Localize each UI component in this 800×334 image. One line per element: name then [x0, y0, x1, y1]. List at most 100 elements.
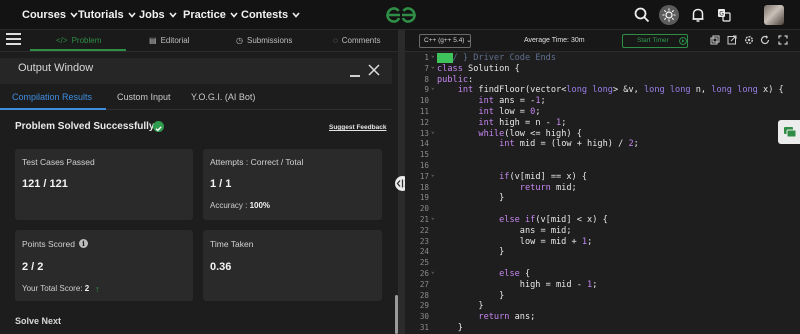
- svg-text:G: G: [719, 11, 724, 18]
- time-value: 0.36: [210, 261, 232, 273]
- chat-widget-button[interactable]: [778, 120, 800, 144]
- line-number: 13: [419, 128, 429, 138]
- suggest-feedback-link[interactable]: Suggest Feedback: [329, 124, 386, 131]
- code-line[interactable]: class Solution {: [437, 64, 520, 74]
- play-circle-icon: [679, 37, 687, 45]
- code-line[interactable]: return ans;: [437, 312, 535, 322]
- chevron-down-icon: [169, 12, 177, 18]
- line-number: 22: [419, 225, 429, 235]
- code-line[interactable]: int high = n - 1;: [437, 118, 566, 128]
- code-line[interactable]: high = mid - 1;: [437, 280, 598, 290]
- accuracy-value: 100%: [249, 201, 271, 210]
- code-line[interactable]: else {: [437, 269, 530, 279]
- tab-submissions[interactable]: ◷ Submissions: [236, 30, 292, 52]
- code-line[interactable]: else if(v[mid] < x) {: [437, 215, 608, 225]
- fold-chevron-icon[interactable]: ⌄: [431, 171, 435, 178]
- minimize-icon[interactable]: [350, 75, 360, 77]
- nav-tutorials[interactable]: Tutorials: [78, 0, 136, 30]
- tab-submissions-label: Submissions: [246, 36, 293, 45]
- language-select[interactable]: C++ (g++ 5.4) ⌄: [419, 34, 472, 48]
- nav-practice[interactable]: Practice: [183, 0, 238, 30]
- code-line[interactable]: int low = 0;: [437, 107, 540, 117]
- line-number: 7: [424, 63, 429, 73]
- info-icon[interactable]: i: [79, 239, 88, 248]
- gfg-logo-icon[interactable]: [384, 5, 418, 25]
- code-line[interactable]: int findFloor(vector<long long> &v, long…: [437, 85, 784, 95]
- nav-courses[interactable]: Courses: [22, 0, 78, 30]
- menu-icon[interactable]: [6, 33, 21, 47]
- line-number: 28: [419, 290, 429, 300]
- code-line[interactable]: int ans = -1;: [437, 96, 545, 106]
- attempts-value: 1 / 1: [210, 178, 232, 190]
- code-line[interactable]: low = mid + 1;: [437, 237, 592, 247]
- chevron-down-icon: [128, 12, 136, 18]
- user-avatar[interactable]: [764, 5, 784, 25]
- tab-comments[interactable]: ◌ Comments: [333, 30, 380, 52]
- code-line[interactable]: }: [437, 301, 483, 311]
- theme-toggle-button[interactable]: [659, 5, 679, 25]
- total-score-row: Your Total Score: 2: [22, 284, 89, 293]
- bell-icon[interactable]: [689, 6, 707, 24]
- language-select-value: C++ (g++ 5.4): [424, 37, 465, 44]
- comment-icon: ◌: [333, 36, 338, 45]
- points-value: 2 / 2: [22, 261, 44, 273]
- solve-next-heading: Solve Next: [15, 316, 62, 326]
- chevron-down-icon: ⌄: [466, 37, 472, 44]
- code-line[interactable]: }: [437, 323, 463, 333]
- nav-tutorials-label: Tutorials: [78, 9, 124, 21]
- line-number: 20: [419, 204, 429, 214]
- active-result-tab-indicator: [0, 108, 106, 110]
- tab-compilation-results[interactable]: Compilation Results: [12, 92, 92, 102]
- line-number: 9: [424, 85, 429, 95]
- code-line[interactable]: }: [437, 291, 504, 301]
- fold-chevron-icon[interactable]: ⌄: [431, 128, 435, 135]
- line-number: 26: [419, 269, 429, 278]
- line-number: 19: [419, 193, 429, 203]
- test-cases-label: Test Cases Passed: [22, 157, 95, 167]
- reset-icon[interactable]: [760, 35, 770, 45]
- code-line[interactable]: int mid = (low + high) / 2;: [437, 139, 639, 149]
- fold-chevron-icon[interactable]: ⌄: [431, 268, 435, 275]
- tab-custom-input[interactable]: Custom Input: [117, 92, 171, 102]
- close-icon[interactable]: [368, 64, 380, 76]
- line-number: 10: [419, 96, 429, 106]
- fold-chevron-icon[interactable]: ⌄: [431, 63, 435, 70]
- code-line[interactable]: //// } Driver Code Ends: [437, 53, 556, 63]
- line-number: 25: [419, 258, 429, 268]
- line-number: 11: [419, 107, 429, 116]
- total-score-label: Your Total Score:: [22, 284, 83, 293]
- tab-editorial[interactable]: ▤ Editorial: [149, 30, 189, 52]
- tab-editorial-label: Editorial: [160, 36, 190, 45]
- nav-jobs-label: Jobs: [139, 9, 165, 21]
- code-line[interactable]: }: [437, 247, 504, 257]
- line-number: 17: [419, 171, 429, 181]
- nav-jobs[interactable]: Jobs: [139, 0, 177, 30]
- fold-chevron-icon[interactable]: ⌄: [431, 84, 435, 91]
- copy-icon[interactable]: [710, 35, 720, 45]
- tab-yogi-ai-bot[interactable]: Y.O.G.I. (AI Bot): [191, 92, 255, 102]
- code-line[interactable]: ans = mid;: [437, 226, 572, 236]
- code-line[interactable]: }: [437, 193, 504, 203]
- code-line[interactable]: return mid;: [437, 183, 577, 193]
- fullscreen-icon[interactable]: [778, 35, 788, 45]
- code-line[interactable]: public:: [437, 75, 473, 85]
- fold-chevron-icon[interactable]: ⌄: [431, 52, 435, 59]
- code-line[interactable]: while(low <= high) {: [437, 129, 581, 139]
- line-number: 14: [419, 139, 429, 149]
- time-label: Time Taken: [210, 239, 254, 249]
- result-status: Problem Solved Successfully: [15, 121, 155, 132]
- points-label: Points Scored: [22, 239, 75, 249]
- output-window-title: Output Window: [18, 62, 94, 74]
- document-icon: ▤: [149, 36, 157, 45]
- line-number: 24: [419, 247, 429, 257]
- tab-problem-label: Problem: [71, 36, 102, 45]
- translate-icon[interactable]: G: [715, 6, 733, 24]
- code-line[interactable]: if(v[mid] == x) {: [437, 172, 587, 182]
- search-icon[interactable]: [633, 6, 651, 24]
- start-timer-button[interactable]: Start Timer: [622, 34, 688, 48]
- nav-contests[interactable]: Contests: [241, 0, 300, 30]
- average-time: Average Time: 30m: [524, 37, 585, 44]
- settings-icon[interactable]: [744, 35, 754, 45]
- export-icon[interactable]: [727, 35, 737, 45]
- fold-chevron-icon[interactable]: ⌄: [431, 214, 435, 221]
